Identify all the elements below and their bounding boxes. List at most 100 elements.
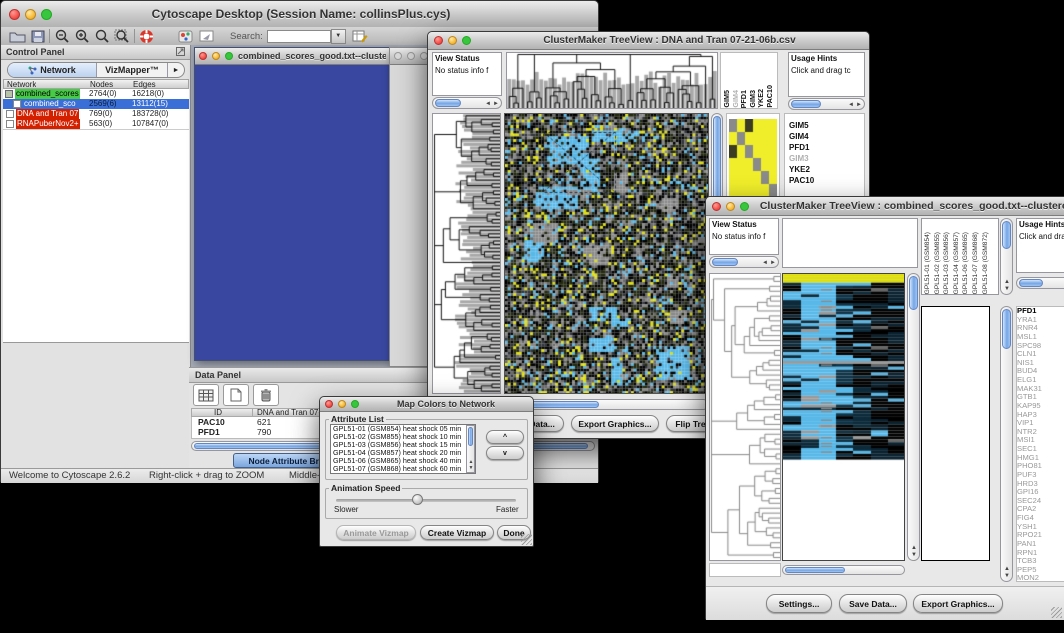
close-button[interactable] xyxy=(394,52,402,60)
create-vizmap-button[interactable]: Create Vizmap xyxy=(420,525,494,540)
network-table-row[interactable]: combined_scores2764(0)16218(0) xyxy=(3,89,189,99)
attribute-list-item[interactable]: GPL51-07 (GSM868) heat shock 60 min xyxy=(331,465,475,473)
scrollbar-thumb[interactable] xyxy=(435,99,461,107)
resize-grip[interactable] xyxy=(521,534,532,545)
open-icon[interactable] xyxy=(9,30,26,43)
close-button[interactable] xyxy=(434,36,443,45)
select-attributes-icon[interactable] xyxy=(193,384,219,406)
minimize-button[interactable] xyxy=(212,52,220,60)
scrollbar-thumb[interactable] xyxy=(785,567,845,573)
treeview2-titlebar[interactable]: ClusterMaker TreeView : combined_scores_… xyxy=(706,197,1064,216)
nodes-count: 563(0) xyxy=(89,119,112,129)
dialog-titlebar[interactable]: Map Colors to Network xyxy=(320,397,533,412)
save-data-button[interactable]: Save Data... xyxy=(839,594,907,613)
dendrogram-hscroll-area[interactable] xyxy=(709,563,781,577)
tab-network[interactable]: Network xyxy=(8,63,97,77)
vizmapper-icon[interactable] xyxy=(178,30,193,43)
view-status-title: View Status xyxy=(433,53,501,65)
column-labels-panel: GIM5GIM4PFD1GIM3YKE2PAC10 xyxy=(720,52,778,109)
zoom-in-icon[interactable] xyxy=(74,29,90,44)
network-table-row[interactable]: DNA and Tran 07769(0)183728(0) xyxy=(3,109,189,119)
move-up-button[interactable]: ^ xyxy=(486,430,524,444)
network-canvas[interactable] xyxy=(197,64,382,354)
minimize-button[interactable] xyxy=(25,9,36,20)
faster-label: Faster xyxy=(496,505,519,514)
move-down-button[interactable]: v xyxy=(486,446,524,460)
search-input[interactable] xyxy=(267,30,331,43)
treeview1-titlebar[interactable]: ClusterMaker TreeView : DNA and Tran 07-… xyxy=(428,32,869,50)
attribute-browser-icon[interactable] xyxy=(352,29,368,43)
view-status-panel: View Status No status info f xyxy=(709,218,779,255)
zoom-button[interactable] xyxy=(225,52,233,60)
export-graphics-button[interactable]: Export Graphics... xyxy=(571,415,659,432)
minimize-button[interactable] xyxy=(338,400,346,408)
scrollbar-thumb[interactable] xyxy=(1002,221,1011,249)
view-status-hscrollbar[interactable]: ◄► xyxy=(432,97,502,109)
network-table[interactable]: combined_scores2764(0)16218(0)combined_s… xyxy=(3,89,189,129)
row-label: PAC10 xyxy=(789,175,864,186)
scrollbar-thumb[interactable] xyxy=(1002,309,1011,349)
gene-list-vscrollbar[interactable]: ▲▼ xyxy=(1000,306,1013,582)
heatmap-vscrollbar[interactable]: ▲▼ xyxy=(907,273,920,561)
zoom-button[interactable] xyxy=(351,400,359,408)
search-dropdown-button[interactable]: ▼ xyxy=(331,29,346,44)
nodes-count: 2569(6) xyxy=(89,99,117,109)
network-table-row[interactable]: RNAPuberNov2+563(0)107847(0) xyxy=(3,119,189,129)
close-button[interactable] xyxy=(199,52,207,60)
attribute-list-vscrollbar[interactable]: ▲ ▼ xyxy=(466,425,475,473)
settings-button[interactable]: Settings... xyxy=(766,594,832,613)
birdseye-view[interactable] xyxy=(3,342,189,465)
zoom-heatmap[interactable] xyxy=(921,306,990,561)
scrollbar-thumb[interactable] xyxy=(909,276,918,310)
save-icon[interactable] xyxy=(31,30,45,43)
usage-hints-hscrollbar[interactable]: ◄► xyxy=(788,98,865,110)
network-table-row[interactable]: combined_sco2569(6)13112(15) xyxy=(3,99,189,109)
network-table-header[interactable]: Network Nodes Edges xyxy=(3,79,189,89)
animate-vizmap-button[interactable]: Animate Vizmap xyxy=(336,525,416,540)
zoom-selected-icon[interactable] xyxy=(94,29,110,44)
minimize-button[interactable] xyxy=(407,52,415,60)
column-label: GPL51-02 (GSM855) xyxy=(933,232,943,294)
zoom-out-icon[interactable] xyxy=(54,29,70,44)
help-icon[interactable] xyxy=(139,29,154,44)
zoom-button[interactable] xyxy=(41,9,52,20)
annotation-icon[interactable] xyxy=(199,30,214,43)
main-titlebar[interactable]: Cytoscape Desktop (Session Name: collins… xyxy=(1,1,598,28)
minimize-button[interactable] xyxy=(448,36,457,45)
speed-slider-thumb[interactable] xyxy=(412,494,423,505)
network-window-titlebar[interactable]: combined_scores_good.txt--cluste... xyxy=(195,48,390,65)
export-graphics-button[interactable]: Export Graphics... xyxy=(913,594,1003,613)
heatmap-hscrollbar[interactable] xyxy=(782,565,905,575)
zoom-fit-icon[interactable] xyxy=(114,29,130,44)
scrollbar-thumb[interactable] xyxy=(791,100,821,108)
float-panel-icon[interactable] xyxy=(176,47,185,58)
zoom-button[interactable] xyxy=(462,36,471,45)
attribute-list[interactable]: GPL51-01 (GSM854) heat shock 05 minGPL51… xyxy=(330,424,476,474)
view-status-hscrollbar[interactable]: ◄► xyxy=(709,256,779,268)
scrollbar-thumb[interactable] xyxy=(468,427,473,446)
scrollbar-thumb[interactable] xyxy=(1019,279,1043,287)
delete-attribute-icon[interactable] xyxy=(253,384,279,406)
new-attribute-icon[interactable] xyxy=(223,384,249,406)
tab-vizmapper[interactable]: VizMapper™ xyxy=(97,63,168,77)
row-dendrogram[interactable] xyxy=(709,273,781,561)
heatmap-main[interactable] xyxy=(504,113,709,394)
resize-grip[interactable] xyxy=(1051,607,1062,618)
view-status-text: No status info f xyxy=(433,65,501,77)
heatmap-hscrollbar[interactable] xyxy=(504,399,709,410)
close-button[interactable] xyxy=(9,9,20,20)
minimize-button[interactable] xyxy=(726,202,735,211)
column-dendrogram[interactable] xyxy=(506,52,718,109)
speed-slider-track[interactable] xyxy=(336,499,516,502)
usage-hints-hscrollbar[interactable] xyxy=(1016,277,1064,289)
scrollbar-thumb[interactable] xyxy=(712,258,738,266)
close-button[interactable] xyxy=(325,400,333,408)
row-dendrogram[interactable] xyxy=(432,113,501,394)
column-labels-vscrollbar[interactable]: ▲▼ xyxy=(1000,218,1013,295)
network-window-title: combined_scores_good.txt--cluste... xyxy=(238,51,386,61)
zoom-button[interactable] xyxy=(740,202,749,211)
heatmap-main[interactable] xyxy=(782,273,905,561)
close-button[interactable] xyxy=(712,202,721,211)
edges-count: 183728(0) xyxy=(132,109,168,119)
more-tabs-arrow[interactable]: ► xyxy=(168,63,184,77)
